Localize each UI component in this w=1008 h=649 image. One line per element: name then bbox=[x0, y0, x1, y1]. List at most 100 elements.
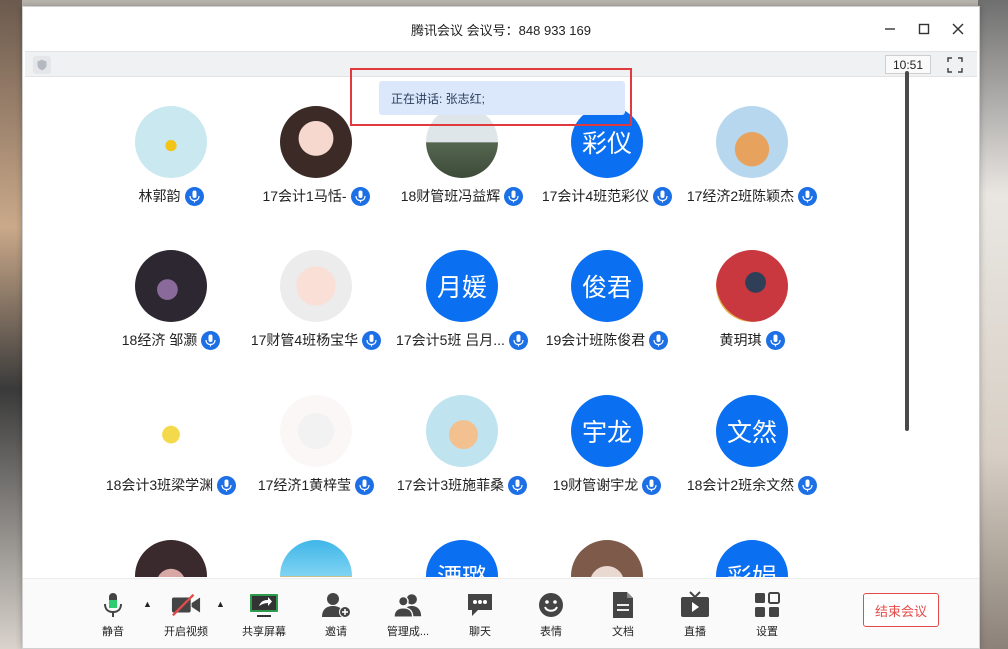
participant-tile[interactable]: 林郭韵 bbox=[98, 106, 244, 226]
mute-label: 静音 bbox=[102, 626, 124, 638]
participant-name: 17经济1黄梓莹 bbox=[257, 477, 352, 493]
end-meeting-button[interactable]: 结束会议 bbox=[863, 593, 939, 627]
video-button[interactable]: 开启视频 bbox=[156, 591, 216, 643]
participant-avatar bbox=[280, 106, 352, 178]
participant-name: 17财管4班杨宝华 bbox=[250, 332, 359, 348]
participant-tile[interactable]: 17会计3班施菲桑 bbox=[389, 395, 535, 515]
close-button[interactable] bbox=[943, 17, 973, 41]
participant-name-row: 黄玥琪 bbox=[659, 330, 845, 350]
participant-avatar bbox=[135, 106, 207, 178]
share-screen-label: 共享屏幕 bbox=[242, 626, 286, 638]
participant-name: 17经济2班陈颖杰 bbox=[686, 188, 795, 204]
security-shield-icon[interactable] bbox=[33, 56, 51, 74]
participant-tile[interactable]: 俊君 19会计班陈俊君 bbox=[534, 250, 680, 370]
members-icon bbox=[393, 594, 422, 618]
participant-tile[interactable]: 17财管4班杨宝华 bbox=[243, 250, 389, 370]
participant-name: 19会计班陈俊君 bbox=[545, 332, 646, 348]
bottom-toolbar: 静音 ▲ 开启视频 ▲ 共享屏幕 邀请 管理成... 聊天 表情 文档 直播 设… bbox=[23, 578, 979, 648]
participant-tile[interactable]: 黄玥琪 bbox=[679, 250, 825, 370]
microphone-icon bbox=[104, 593, 122, 617]
participant-tile[interactable] bbox=[243, 540, 389, 577]
manage-members-button[interactable]: 管理成... bbox=[378, 591, 438, 643]
mute-options-caret[interactable]: ▲ bbox=[143, 599, 152, 609]
participant-avatar: 文然 bbox=[716, 395, 788, 467]
participant-name: 18财管班冯益辉 bbox=[400, 188, 501, 204]
participant-avatar bbox=[135, 540, 207, 577]
minimize-button[interactable] bbox=[875, 17, 905, 41]
title-bar: 腾讯会议 会议号：848 933 169 bbox=[23, 7, 979, 51]
close-icon bbox=[952, 23, 964, 35]
share-screen-icon bbox=[250, 594, 278, 617]
invite-user-icon bbox=[322, 593, 351, 618]
window-controls bbox=[875, 17, 973, 41]
share-screen-button[interactable]: 共享屏幕 bbox=[234, 591, 294, 643]
participant-tile[interactable]: 18会计3班梁学渊 bbox=[98, 395, 244, 515]
participant-avatar bbox=[571, 540, 643, 577]
fullscreen-button[interactable] bbox=[945, 55, 965, 75]
emoji-label: 表情 bbox=[540, 626, 562, 638]
participant-name: 18会计2班余文然 bbox=[686, 477, 795, 493]
chat-button[interactable]: 聊天 bbox=[450, 591, 510, 643]
desktop-background-right bbox=[978, 0, 1008, 649]
participant-tile[interactable]: 湮璐 bbox=[389, 540, 535, 577]
participant-avatar bbox=[426, 395, 498, 467]
mic-on-icon bbox=[765, 330, 785, 350]
participant-avatar: 彩娟 bbox=[716, 540, 788, 577]
participant-tile[interactable]: 17经济1黄梓莹 bbox=[243, 395, 389, 515]
emoji-button[interactable]: 表情 bbox=[521, 591, 581, 643]
chat-icon bbox=[468, 594, 492, 616]
settings-label: 设置 bbox=[756, 626, 778, 638]
participant-tile[interactable]: 彩娟 bbox=[679, 540, 825, 577]
participant-name: 17会计5班 吕月... bbox=[396, 332, 505, 348]
participant-name: 黄玥琪 bbox=[719, 332, 762, 348]
participant-avatar: 宇龙 bbox=[571, 395, 643, 467]
live-button[interactable]: 直播 bbox=[665, 591, 725, 643]
settings-button[interactable]: 设置 bbox=[737, 591, 797, 643]
maximize-icon bbox=[918, 23, 930, 35]
mute-button[interactable]: 静音 bbox=[83, 591, 143, 643]
participant-tile[interactable] bbox=[98, 540, 244, 577]
participant-tile[interactable]: 月媛 17会计5班 吕月... bbox=[389, 250, 535, 370]
participant-tile[interactable]: 宇龙 19财管谢宇龙 bbox=[534, 395, 680, 515]
video-options-caret[interactable]: ▲ bbox=[216, 599, 225, 609]
participant-avatar bbox=[135, 395, 207, 467]
participant-avatar bbox=[280, 540, 352, 577]
participant-grid: 林郭韵 17会计1马恬- 18财管班冯益辉 彩仪 17会计4班范彩仪 17经济2班陈颖杰 1… bbox=[23, 77, 981, 577]
participant-avatar: 俊君 bbox=[571, 250, 643, 322]
participant-avatar bbox=[716, 250, 788, 322]
participant-name: 19财管谢宇龙 bbox=[552, 477, 639, 493]
participant-name: 17会计3班施菲桑 bbox=[396, 477, 505, 493]
maximize-button[interactable] bbox=[909, 17, 939, 41]
participant-avatar: 月媛 bbox=[426, 250, 498, 322]
participant-tile[interactable]: 文然 18会计2班余文然 bbox=[679, 395, 825, 515]
documents-button[interactable]: 文档 bbox=[593, 591, 653, 643]
participant-tile[interactable]: 17经济2班陈颖杰 bbox=[679, 106, 825, 226]
participant-name: 林郭韵 bbox=[138, 188, 181, 204]
participant-avatar bbox=[280, 395, 352, 467]
participant-name: 17会计1马恬- bbox=[262, 188, 347, 204]
participant-name: 18经济 邹灏 bbox=[121, 332, 198, 348]
manage-members-label: 管理成... bbox=[386, 626, 430, 638]
mic-on-icon bbox=[798, 186, 818, 206]
invite-button[interactable]: 邀请 bbox=[306, 591, 366, 643]
grid-scrollbar[interactable] bbox=[905, 71, 909, 431]
emoji-icon bbox=[539, 593, 563, 617]
participant-tile[interactable]: 18经济 邹灏 bbox=[98, 250, 244, 370]
mic-on-icon bbox=[350, 186, 370, 206]
meeting-window: 腾讯会议 会议号：848 933 169 10:51 正在讲话: 张志红; 林郭… bbox=[22, 6, 980, 649]
mic-on-icon bbox=[184, 186, 204, 206]
live-tv-icon bbox=[681, 591, 709, 617]
video-label: 开启视频 bbox=[164, 626, 208, 638]
settings-grid-icon bbox=[755, 592, 780, 617]
minimize-icon bbox=[885, 28, 895, 30]
mic-on-icon bbox=[201, 330, 221, 350]
participant-avatar bbox=[280, 250, 352, 322]
participant-tile[interactable] bbox=[534, 540, 680, 577]
invite-label: 邀请 bbox=[325, 626, 347, 638]
chat-label: 聊天 bbox=[469, 626, 491, 638]
participant-name-row: 17经济2班陈颖杰 bbox=[659, 186, 845, 206]
participant-avatar bbox=[716, 106, 788, 178]
participant-avatar bbox=[135, 250, 207, 322]
participant-name-row: 18会计2班余文然 bbox=[659, 475, 845, 495]
fullscreen-icon bbox=[947, 57, 963, 73]
